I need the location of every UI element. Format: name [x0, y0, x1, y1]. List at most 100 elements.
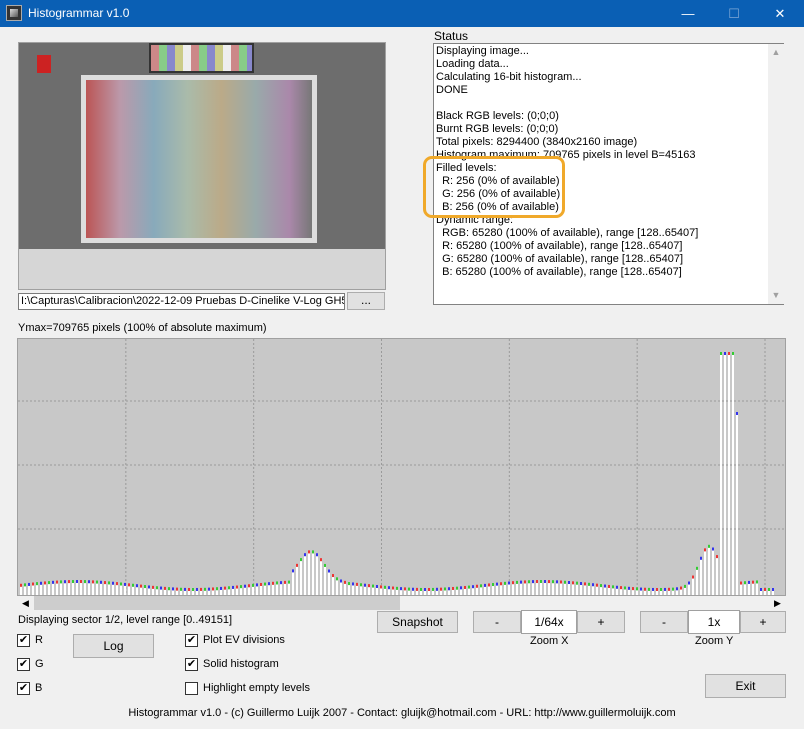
maximize-button[interactable]: ☐	[711, 0, 757, 27]
g-checkbox[interactable]: ✔	[17, 658, 30, 671]
histogram-scrollbar[interactable]: ◀ ▶	[17, 596, 786, 610]
histogram-bar	[476, 587, 478, 595]
histogram-bar-top	[380, 585, 382, 589]
log-button[interactable]: Log	[73, 634, 154, 658]
histogram-bar	[92, 583, 94, 595]
app-icon	[6, 5, 22, 21]
histogram-bar	[656, 590, 658, 595]
zoom-y-minus-button[interactable]: -	[640, 611, 688, 633]
file-path-field[interactable]: I:\Capturas\Calibracion\2022-12-09 Prueb…	[18, 293, 345, 310]
histogram-bar	[456, 589, 458, 595]
histogram-bar-top	[696, 566, 698, 570]
histogram-bar-top	[368, 584, 370, 588]
histogram-bar-top	[580, 582, 582, 586]
histogram-bar	[700, 559, 702, 595]
histogram-bar	[76, 583, 78, 595]
histogram-bar-top	[140, 584, 142, 588]
histogram-bar	[484, 586, 486, 595]
histogram-bar-top	[520, 580, 522, 584]
histogram-bar-top	[52, 580, 54, 584]
histogram-bar-top	[28, 582, 30, 586]
histogram-bar	[532, 583, 534, 595]
histogram-bar-top	[504, 581, 506, 585]
snapshot-button[interactable]: Snapshot	[377, 611, 458, 633]
histogram-bar	[236, 588, 238, 595]
histogram-bar	[88, 583, 90, 595]
histogram-bar	[568, 584, 570, 595]
zoom-x-label: Zoom X	[530, 635, 569, 647]
histogram-bar	[616, 588, 618, 595]
zoom-x-value: 1/64x	[521, 610, 577, 634]
histogram-bar-top	[80, 580, 82, 584]
histogram-bar-top	[268, 582, 270, 586]
solid-histogram-checkbox[interactable]: ✔	[185, 658, 198, 671]
histogram-bar	[304, 556, 306, 595]
histogram-bar	[264, 585, 266, 595]
browse-button[interactable]: ...	[347, 292, 385, 310]
status-scrollbar[interactable]: ▲ ▼	[768, 44, 784, 304]
histogram-bar	[156, 589, 158, 595]
histogram-bar	[140, 587, 142, 595]
close-button[interactable]: ✕	[757, 0, 803, 27]
histogram-bar-top	[712, 547, 714, 551]
histogram-bar	[608, 587, 610, 595]
exit-button[interactable]: Exit	[705, 674, 786, 698]
histogram-bar	[596, 586, 598, 595]
histogram-bar-top	[384, 585, 386, 589]
scroll-left-icon[interactable]: ◀	[17, 596, 34, 610]
histogram-bar-top	[492, 583, 494, 587]
histogram-bar-top	[324, 563, 326, 567]
plot-ev-checkbox[interactable]: ✔	[185, 634, 198, 647]
histogram-bar	[468, 588, 470, 595]
histogram-bar	[188, 590, 190, 595]
scroll-down-icon[interactable]: ▼	[768, 287, 784, 304]
histogram-bar	[516, 583, 518, 595]
histogram-bar	[668, 590, 670, 595]
histogram-bar-top	[92, 580, 94, 584]
zoom-x-minus-button[interactable]: -	[473, 611, 521, 633]
histogram-bar-top	[288, 580, 290, 584]
histogram-bar-top	[680, 586, 682, 590]
histogram-bar-top	[496, 582, 498, 586]
histogram-svg	[18, 339, 785, 595]
r-checkbox[interactable]: ✔	[17, 634, 30, 647]
histogram-bar	[352, 585, 354, 595]
histogram-bar	[344, 583, 346, 595]
histogram-bar	[744, 584, 746, 595]
histogram-bar	[348, 585, 350, 595]
preview-record-icon	[37, 55, 51, 73]
scrollbar-thumb[interactable]	[34, 596, 400, 610]
scroll-right-icon[interactable]: ▶	[769, 596, 786, 610]
histogram-bar-top	[652, 587, 654, 591]
preview-color-checker	[149, 43, 254, 73]
histogram-bar	[28, 585, 30, 595]
minimize-button[interactable]: —	[665, 0, 711, 27]
histogram-bar-top	[432, 587, 434, 591]
scroll-up-icon[interactable]: ▲	[768, 44, 784, 61]
histogram-bar	[652, 590, 654, 595]
histogram-bar-top	[120, 582, 122, 586]
histogram-bar-top	[220, 586, 222, 590]
histogram-bar	[396, 589, 398, 595]
histogram-bar	[276, 584, 278, 595]
histogram-bar-top	[660, 587, 662, 591]
histogram-bar-top	[228, 586, 230, 590]
histogram-bar	[560, 583, 562, 595]
histogram-bar-top	[644, 587, 646, 591]
histogram-bar-top	[276, 581, 278, 585]
histogram-bar	[556, 583, 558, 595]
preview-color-chart	[81, 75, 317, 243]
histogram-bar-top	[556, 580, 558, 584]
histogram-bar-top	[484, 583, 486, 587]
histogram-bar-top	[272, 581, 274, 585]
highlight-empty-checkbox[interactable]	[185, 682, 198, 695]
histogram-bar	[248, 587, 250, 595]
zoom-x-plus-button[interactable]: +	[577, 611, 625, 633]
histogram-bar-top	[636, 587, 638, 591]
image-preview	[18, 42, 386, 290]
histogram-bar	[240, 588, 242, 595]
histogram-bar-top	[24, 583, 26, 587]
b-checkbox[interactable]: ✔	[17, 682, 30, 695]
histogram-bar-top	[68, 580, 70, 584]
zoom-y-plus-button[interactable]: +	[740, 611, 786, 633]
